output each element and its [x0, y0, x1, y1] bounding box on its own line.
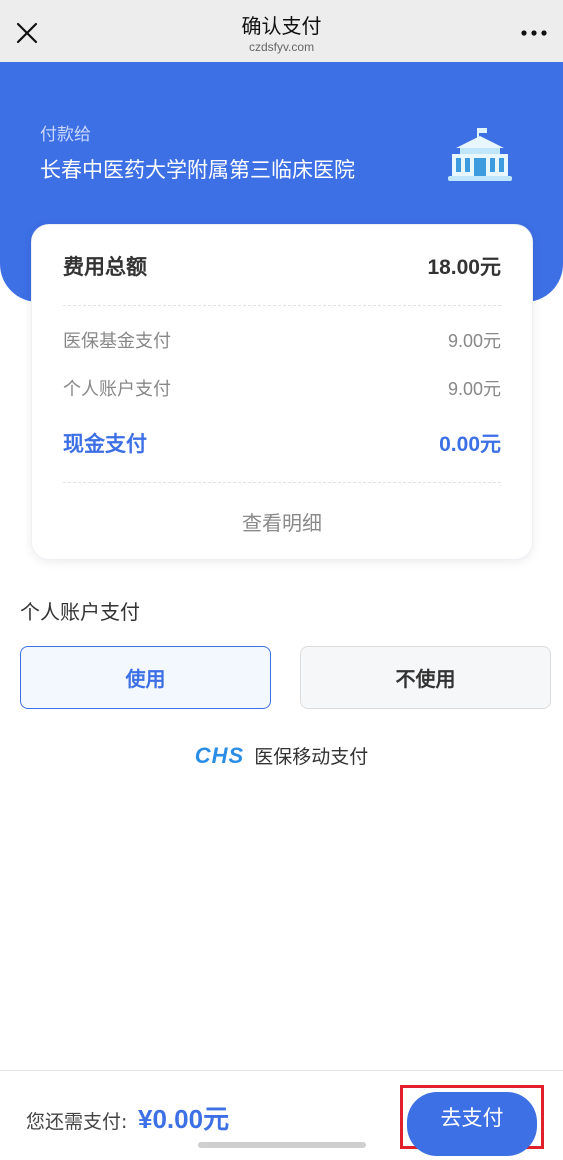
page-domain: czdsfyv.com	[248, 40, 315, 54]
fund-value: 9.00元	[447, 331, 501, 351]
top-navbar: 确认支付 czdsfyv.com	[0, 0, 563, 62]
remaining-label: 您还需支付:	[26, 1111, 128, 1133]
payment-summary-card: 费用总额 18.00元 医保基金支付 9.00元 个人账户支付 9.00元 现金…	[31, 224, 533, 560]
page-title: 确认支付	[241, 14, 322, 38]
account-section-label: 个人账户支付	[20, 600, 140, 624]
view-details-link[interactable]: 查看明细	[32, 507, 532, 536]
divider	[63, 305, 501, 306]
hospital-name: 长春中医药大学附属第三临床医院	[40, 158, 355, 182]
personal-value: 9.00元	[447, 379, 501, 399]
pay-button[interactable]: 去支付	[407, 1092, 537, 1156]
chs-logo: CHS	[194, 742, 245, 768]
home-indicator	[198, 1142, 366, 1148]
not-use-account-button[interactable]: 不使用	[300, 646, 551, 709]
brand-name: 医保移动支付	[254, 746, 369, 768]
brand-footer: CHS 医保移动支付	[0, 742, 563, 769]
cash-label: 现金支付	[63, 432, 147, 456]
total-value: 18.00元	[427, 256, 501, 279]
remaining-amount: ¥0.00元	[138, 1104, 230, 1134]
fund-row: 医保基金支付 9.00元	[63, 327, 501, 353]
pay-to-label: 付款给	[40, 125, 91, 145]
cash-row: 现金支付 0.00元	[63, 428, 501, 458]
total-label: 费用总额	[63, 255, 147, 279]
use-account-button[interactable]: 使用	[20, 646, 271, 709]
pay-button-highlight: 去支付	[400, 1085, 544, 1156]
total-row: 费用总额 18.00元	[63, 251, 501, 281]
personal-account-row: 个人账户支付 9.00元	[63, 375, 501, 401]
fund-label: 医保基金支付	[63, 331, 171, 352]
cash-value: 0.00元	[439, 433, 501, 456]
more-icon[interactable]	[517, 20, 551, 46]
hospital-icon	[448, 128, 512, 181]
personal-label: 个人账户支付	[63, 379, 171, 400]
divider	[63, 482, 501, 483]
